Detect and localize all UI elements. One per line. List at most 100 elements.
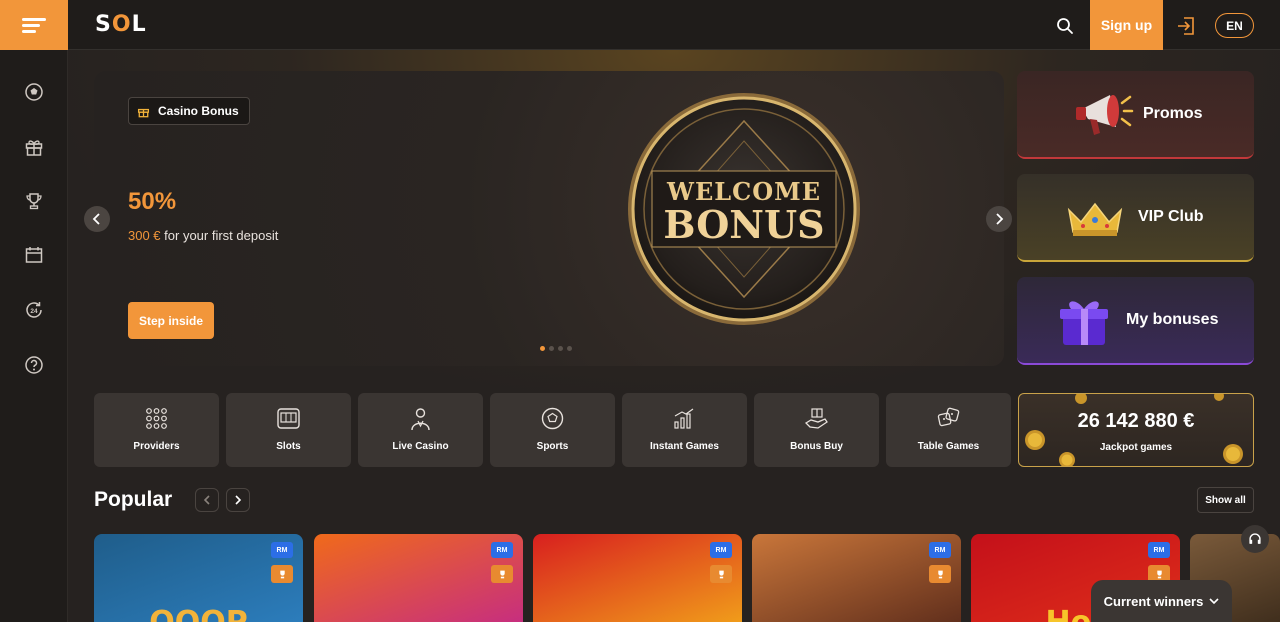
grid-dots-icon — [146, 408, 167, 429]
category-label: Providers — [133, 441, 180, 452]
gift-icon — [25, 140, 43, 156]
slot-machine-icon — [277, 408, 300, 429]
crown-icon — [1067, 202, 1123, 236]
signup-button[interactable]: Sign up — [1090, 0, 1163, 50]
rail-gifts[interactable] — [22, 135, 46, 159]
menu-button[interactable] — [0, 0, 68, 50]
calendar-icon — [25, 247, 43, 263]
slide-dot[interactable] — [567, 346, 572, 351]
category-label: Live Casino — [392, 441, 449, 452]
bonus-amount: 300 € — [128, 228, 161, 243]
category-providers[interactable]: Providers — [94, 393, 219, 467]
category-sports[interactable]: Sports — [490, 393, 615, 467]
logo-text: SOL — [95, 12, 147, 37]
hero-prev-button[interactable] — [84, 206, 110, 232]
game-card[interactable]: RM — [752, 534, 961, 622]
rm-badge: RM — [491, 542, 513, 558]
vip-club-card[interactable]: VIP Club — [1017, 174, 1254, 262]
slide-dot[interactable] — [540, 346, 545, 351]
side-rail: 24 — [0, 50, 68, 622]
category-label: Table Games — [917, 441, 980, 452]
promos-label: Promos — [1143, 105, 1203, 122]
top-header: SOL Sign up EN — [0, 0, 1280, 50]
show-all-button[interactable]: Show all — [1197, 487, 1254, 513]
support-24-icon: 24 — [26, 302, 42, 318]
trophy-icon — [929, 565, 951, 583]
chevron-left-icon — [92, 213, 100, 225]
chevron-right-icon — [235, 495, 242, 505]
category-bonus-buy[interactable]: Bonus Buy — [754, 393, 879, 467]
chevron-right-icon — [996, 213, 1004, 225]
support-chat-button[interactable] — [1241, 525, 1269, 553]
my-bonuses-label: My bonuses — [1126, 311, 1219, 328]
current-winners-label: Current winners — [1103, 593, 1204, 609]
megaphone-icon — [1076, 95, 1134, 135]
welcome-bonus-coin: WELCOME BONUS — [624, 89, 864, 329]
gift-box-icon — [1060, 301, 1108, 345]
category-label: Bonus Buy — [790, 441, 843, 452]
category-table-games[interactable]: Table Games — [886, 393, 1011, 467]
sports-icon — [25, 83, 43, 101]
rail-help[interactable] — [22, 353, 46, 377]
vip-club-label: VIP Club — [1138, 208, 1204, 225]
gift-icon — [137, 108, 150, 117]
soccer-ball-icon — [541, 407, 564, 430]
rail-sports[interactable] — [22, 80, 46, 104]
chevron-left-icon — [203, 495, 210, 505]
rm-badge: RM — [1148, 542, 1170, 558]
category-instant-games[interactable]: Instant Games — [622, 393, 747, 467]
login-icon — [1178, 17, 1194, 35]
popular-next-button[interactable] — [226, 488, 250, 512]
rail-tournaments[interactable] — [22, 189, 46, 213]
badge-label: Casino Bonus — [158, 104, 239, 118]
trophy-icon — [710, 565, 732, 583]
game-card[interactable]: RM — [533, 534, 742, 622]
jackpot-amount: 26 142 880 € — [1077, 410, 1195, 432]
hero-banner[interactable]: Casino Bonus 50% 300 € for your first de… — [94, 71, 1004, 366]
rm-badge: RM — [710, 542, 732, 558]
popular-prev-button[interactable] — [195, 488, 219, 512]
dice-icon — [937, 407, 960, 427]
game-card[interactable]: RM — [314, 534, 523, 622]
slide-indicator — [540, 346, 572, 351]
hamburger-icon — [22, 15, 46, 36]
jackpot-label: Jackpot games — [1099, 442, 1173, 453]
rm-badge: RM — [929, 542, 951, 558]
logo[interactable]: SOL — [95, 12, 147, 37]
current-winners-toggle[interactable]: Current winners — [1091, 580, 1232, 622]
search-button[interactable] — [1052, 13, 1078, 39]
rail-calendar[interactable] — [22, 243, 46, 267]
headset-icon — [1249, 533, 1261, 544]
hero-next-button[interactable] — [986, 206, 1012, 232]
login-button[interactable] — [1173, 13, 1199, 39]
dealer-icon — [411, 408, 430, 431]
step-inside-button[interactable]: Step inside — [128, 302, 214, 339]
trophy-icon — [26, 193, 42, 210]
my-bonuses-card[interactable]: My bonuses — [1017, 277, 1254, 365]
help-icon — [25, 356, 43, 374]
trophy-icon — [271, 565, 293, 583]
slide-dot[interactable] — [558, 346, 563, 351]
casino-bonus-badge: Casino Bonus — [128, 97, 250, 125]
search-icon — [1057, 18, 1073, 34]
category-live-casino[interactable]: Live Casino — [358, 393, 483, 467]
trophy-icon — [491, 565, 513, 583]
rail-support[interactable]: 24 — [22, 298, 46, 322]
hand-gift-icon — [804, 408, 828, 429]
bonus-subtitle: 300 € for your first deposit — [128, 228, 278, 243]
chevron-down-icon — [1209, 598, 1219, 605]
category-label: Instant Games — [650, 441, 719, 452]
chart-bars-icon — [674, 408, 694, 429]
game-title: OOOP — [94, 605, 303, 622]
jackpot-games-tile[interactable]: 26 142 880 € Jackpot games — [1018, 393, 1254, 467]
category-label: Slots — [276, 441, 301, 452]
slide-dot[interactable] — [549, 346, 554, 351]
promos-card[interactable]: Promos — [1017, 71, 1254, 159]
category-slots[interactable]: Slots — [226, 393, 351, 467]
game-card[interactable]: RM OOOP — [94, 534, 303, 622]
svg-text:24: 24 — [30, 308, 38, 315]
language-selector[interactable]: EN — [1215, 13, 1254, 38]
category-label: Sports — [536, 441, 569, 452]
bonus-percent: 50% — [128, 188, 177, 215]
coin-line-2: BONUS — [663, 202, 825, 247]
